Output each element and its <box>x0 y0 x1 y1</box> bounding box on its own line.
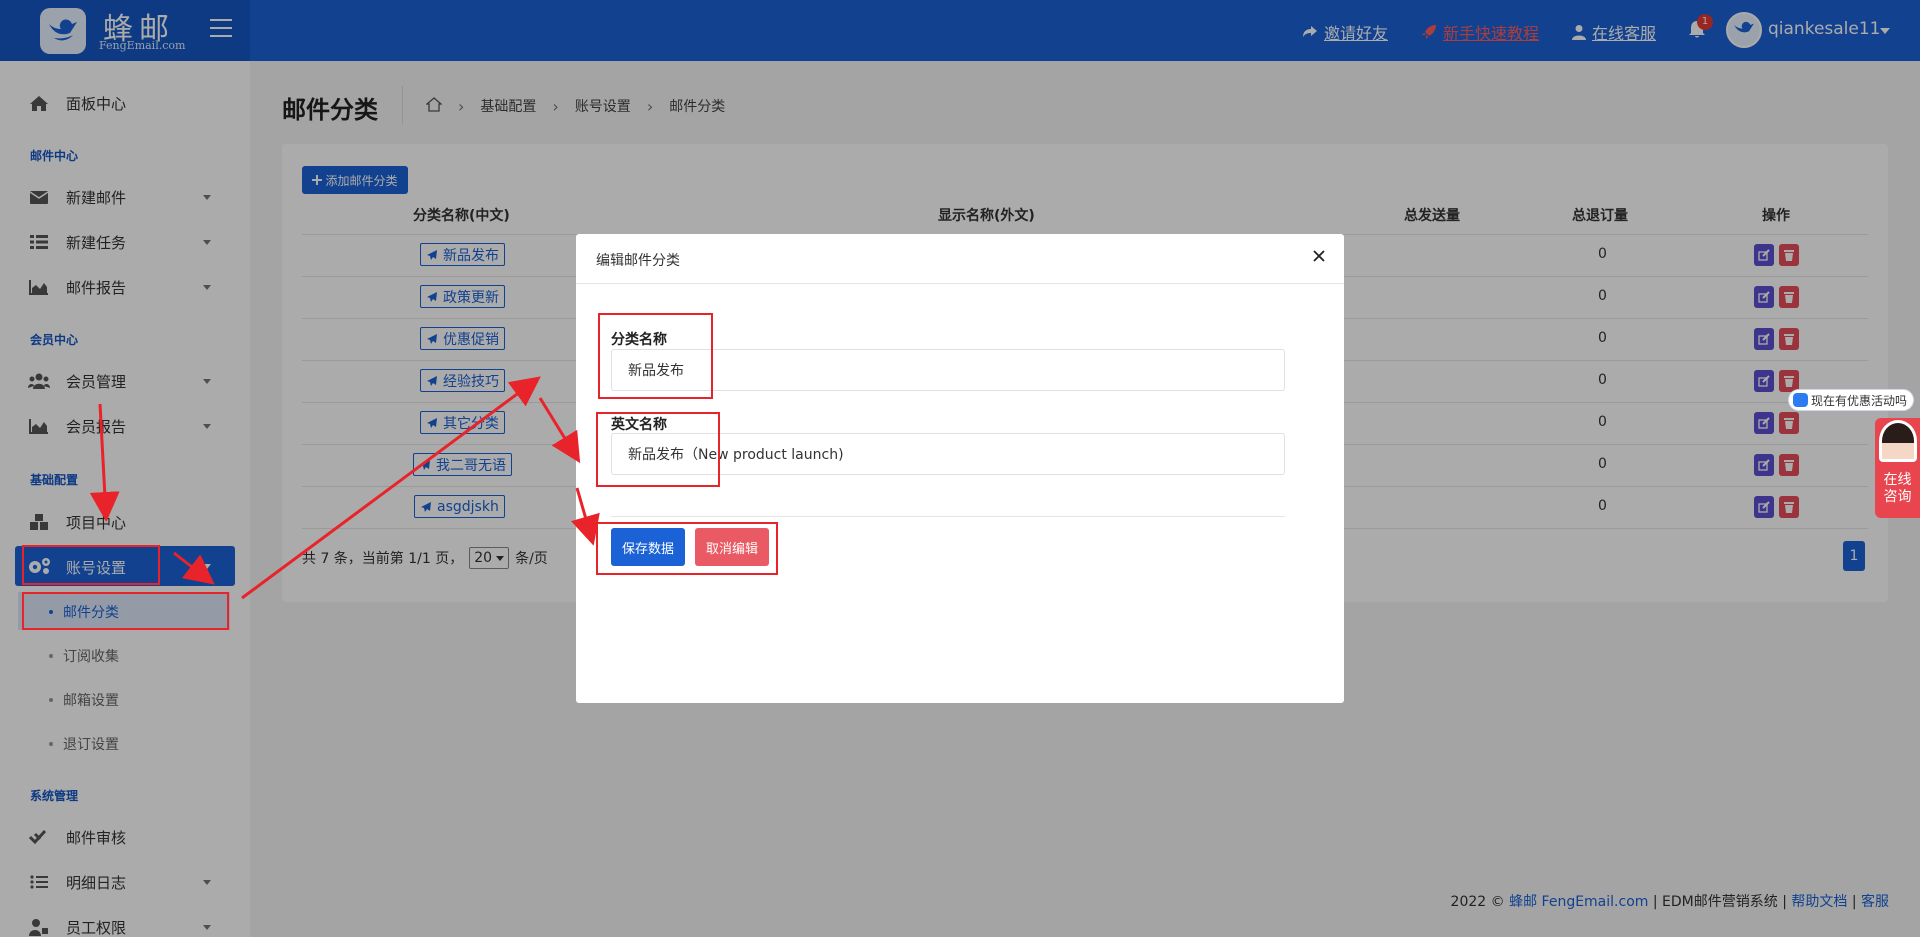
chat-bubble-icon <box>1793 393 1808 407</box>
agent-avatar-icon <box>1879 420 1917 462</box>
annotation-box-category-name <box>598 313 713 399</box>
annotation-box-buttons <box>596 522 778 575</box>
close-icon[interactable] <box>1311 248 1327 264</box>
modal-header-divider <box>576 283 1344 284</box>
modal-footer-divider <box>611 516 1285 517</box>
modal-title: 编辑邮件分类 <box>596 253 680 269</box>
chat-prompt-text: 现在有优惠活动吗 <box>1811 393 1908 408</box>
chat-widget-line2: 咨询 <box>1883 489 1912 505</box>
chat-widget-line1: 在线 <box>1883 472 1912 488</box>
annotation-box-english-name <box>596 412 720 487</box>
chat-prompt-bubble[interactable]: 现在有优惠活动吗 <box>1788 389 1915 411</box>
annotation-box-email-category <box>22 592 229 630</box>
annotation-box-account-settings <box>22 545 160 585</box>
